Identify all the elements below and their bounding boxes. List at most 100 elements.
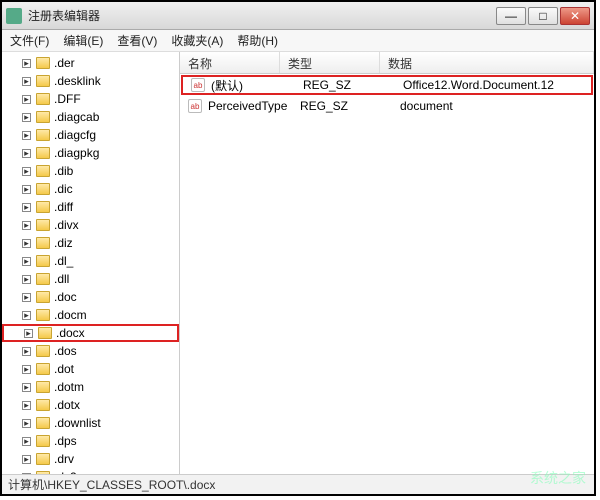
tree-item[interactable]: ▸.dic [2,180,179,198]
expand-icon[interactable]: ▸ [22,437,31,446]
folder-icon [36,435,50,447]
tree-item-label: .diff [54,200,73,214]
expand-icon[interactable]: ▸ [22,383,31,392]
folder-icon [36,129,50,141]
window-controls: — □ ✕ [496,7,590,25]
tree-item[interactable]: ▸.diagcab [2,108,179,126]
registry-value-row[interactable]: abPerceivedTypeREG_SZdocument [180,96,594,116]
maximize-button[interactable]: □ [528,7,558,25]
value-data: Office12.Word.Document.12 [403,78,591,92]
expand-icon[interactable]: ▸ [22,113,31,122]
column-name-header[interactable]: 名称 [180,52,280,73]
expand-icon[interactable]: ▸ [22,455,31,464]
tree-item[interactable]: ▸.ds2 [2,468,179,474]
folder-icon [36,57,50,69]
folder-icon [36,165,50,177]
expand-icon[interactable]: ▸ [22,95,31,104]
tree-item[interactable]: ▸.doc [2,288,179,306]
tree-item[interactable]: ▸ .desklink [2,72,179,90]
expand-icon[interactable]: ▸ [22,203,31,212]
tree-item[interactable]: ▸.downlist [2,414,179,432]
folder-icon [36,147,50,159]
status-path: 计算机\HKEY_CLASSES_ROOT\.docx [8,476,215,493]
string-value-icon: ab [191,78,205,92]
expand-icon[interactable]: ▸ [22,239,31,248]
expand-icon[interactable]: ▸ [22,401,31,410]
tree-item[interactable]: ▸.dot [2,360,179,378]
value-name: (默认) [211,77,303,94]
folder-icon [36,255,50,267]
tree-item[interactable]: ▸.dotx [2,396,179,414]
tree-item[interactable]: ▸ .drv [2,450,179,468]
folder-icon [36,111,50,123]
tree-item-label: .docm [54,308,87,322]
expand-icon[interactable]: ▸ [22,185,31,194]
value-data: document [400,99,594,113]
value-name: PerceivedType [208,99,300,113]
tree-item[interactable]: ▸ .docm [2,306,179,324]
folder-icon [36,453,50,465]
tree-item-label: .diz [54,236,73,250]
expand-icon[interactable]: ▸ [22,293,31,302]
tree-item[interactable]: ▸ .dotm [2,378,179,396]
menu-view[interactable]: 查看(V) [117,32,157,49]
menu-help[interactable]: 帮助(H) [237,32,278,49]
folder-icon [36,399,50,411]
tree-item[interactable]: ▸.der [2,54,179,72]
folder-icon [36,471,50,474]
tree-item-label: .desklink [54,74,101,88]
tree-pane[interactable]: ▸.der▸.desklink▸.DFF▸.diagcab▸.diagcfg▸.… [2,52,180,474]
column-data-header[interactable]: 数据 [380,52,594,73]
expand-icon[interactable]: ▸ [22,77,31,86]
expand-icon[interactable]: ▸ [22,257,31,266]
folder-icon [36,75,50,87]
menu-edit[interactable]: 编辑(E) [63,32,103,49]
tree-item-label: .dl_ [54,254,73,268]
expand-icon[interactable]: ▸ [22,473,31,475]
tree-item[interactable]: ▸.divx [2,216,179,234]
expand-icon[interactable]: ▸ [22,167,31,176]
tree-item[interactable]: ▸ .diz [2,234,179,252]
close-button[interactable]: ✕ [560,7,590,25]
expand-icon[interactable]: ▸ [22,149,31,158]
expand-icon[interactable]: ▸ [22,221,31,230]
tree-item[interactable]: ▸ .dll [2,270,179,288]
expand-icon[interactable]: ▸ [24,329,33,338]
expand-icon[interactable]: ▸ [22,365,31,374]
tree-item[interactable]: ▸.docx [2,324,179,342]
tree-item[interactable]: ▸ .dl_ [2,252,179,270]
expand-icon[interactable]: ▸ [22,311,31,320]
content-area: ▸.der▸.desklink▸.DFF▸.diagcab▸.diagcfg▸.… [2,52,594,474]
tree-item[interactable]: ▸ .diff [2,198,179,216]
tree-item[interactable]: ▸ .diagcfg [2,126,179,144]
tree-item-label: .dll [54,272,69,286]
folder-icon [36,345,50,357]
expand-icon[interactable]: ▸ [22,275,31,284]
expand-icon[interactable]: ▸ [22,419,31,428]
tree-item-label: .dps [54,434,77,448]
tree-item[interactable]: ▸ .DFF [2,90,179,108]
titlebar[interactable]: 注册表编辑器 — □ ✕ [2,2,594,30]
expand-icon[interactable]: ▸ [22,347,31,356]
tree-item-label: .diagcfg [54,128,96,142]
tree-item[interactable]: ▸.dos [2,342,179,360]
minimize-button[interactable]: — [496,7,526,25]
app-icon [6,8,22,24]
expand-icon[interactable]: ▸ [22,59,31,68]
list-header: 名称 类型 数据 [180,52,594,74]
tree-item[interactable]: ▸.dib [2,162,179,180]
tree-item-label: .DFF [54,92,81,106]
tree-item[interactable]: ▸.diagpkg [2,144,179,162]
folder-icon [36,417,50,429]
expand-icon[interactable]: ▸ [22,131,31,140]
column-type-header[interactable]: 类型 [280,52,380,73]
list-body[interactable]: ab(默认)REG_SZOffice12.Word.Document.12abP… [180,74,594,474]
menu-file[interactable]: 文件(F) [10,32,49,49]
registry-value-row[interactable]: ab(默认)REG_SZOffice12.Word.Document.12 [181,75,593,95]
folder-icon [36,201,50,213]
tree-item-label: .drv [54,452,74,466]
menu-favorites[interactable]: 收藏夹(A) [171,32,223,49]
folder-icon [36,237,50,249]
tree-item[interactable]: ▸ .dps [2,432,179,450]
tree-item-label: .dotm [54,380,84,394]
